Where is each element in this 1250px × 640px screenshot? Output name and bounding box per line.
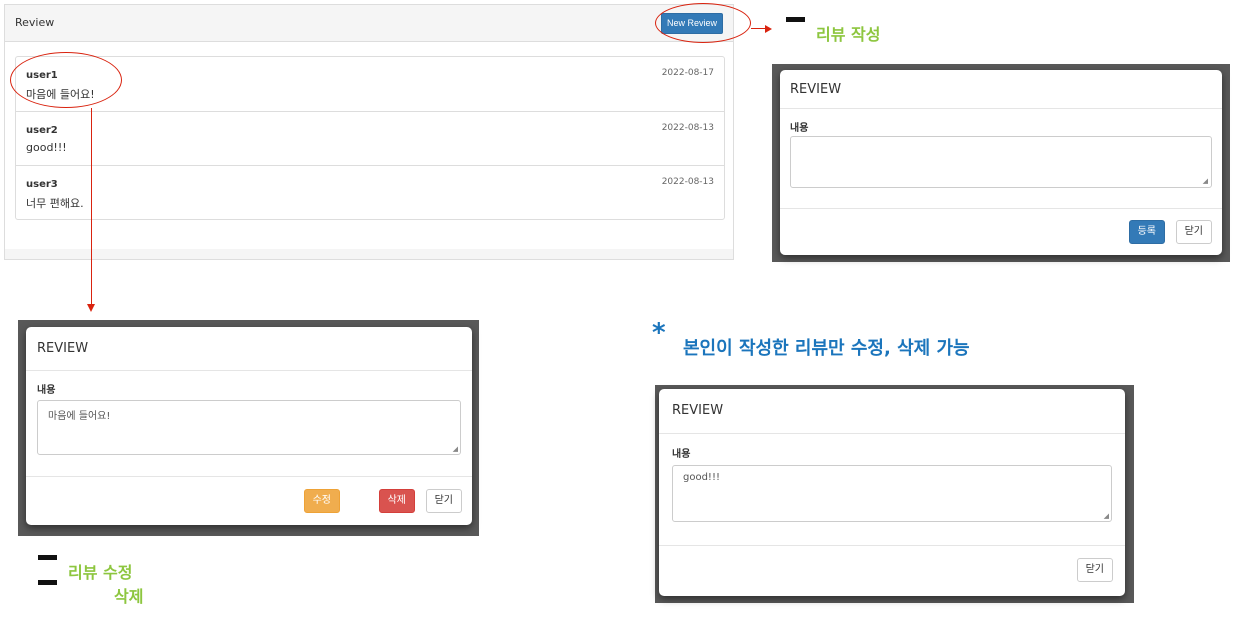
caption-write: 리뷰 작성 — [816, 25, 881, 44]
caption-edit-line1: 리뷰 수정 — [68, 563, 133, 582]
modal-footer: 닫기 — [659, 545, 1125, 596]
resize-handle-icon[interactable]: ◢ — [453, 446, 458, 453]
modal-header: REVIEW — [780, 70, 1222, 109]
review-date: 2022-08-13 — [661, 123, 714, 133]
annotation-circle-review-item — [10, 52, 122, 108]
annotation-arrow-line — [91, 108, 92, 304]
review-item[interactable]: user2 good!!! 2022-08-13 — [16, 111, 724, 165]
resize-handle-icon[interactable]: ◢ — [1203, 178, 1208, 185]
delete-button[interactable]: 삭제 — [378, 489, 415, 513]
review-panel: Review New Review user1 마음에 들어요! 2022-08… — [4, 4, 734, 260]
caption-edit-line2: 삭제 — [114, 587, 144, 606]
close-button[interactable]: 닫기 — [1076, 558, 1113, 582]
resize-handle-icon[interactable]: ◢ — [1104, 513, 1109, 520]
review-date: 2022-08-17 — [661, 68, 714, 78]
panel-title: Review — [15, 16, 55, 29]
review-user: user3 — [26, 179, 58, 190]
content-textarea[interactable] — [790, 136, 1212, 188]
review-item[interactable]: user3 너무 편해요. 2022-08-13 — [16, 165, 724, 219]
modal-footer: 등록 닫기 — [780, 208, 1222, 255]
review-text: 너무 편해요. — [26, 197, 84, 210]
edit-button[interactable]: 수정 — [303, 489, 340, 513]
review-user: user2 — [26, 125, 58, 136]
modal-title: REVIEW — [37, 341, 89, 356]
review-write-modal: REVIEW 내용 ◢ 등록 닫기 — [780, 70, 1222, 255]
submit-button[interactable]: 등록 — [1128, 220, 1165, 244]
close-button[interactable]: 닫기 — [1175, 220, 1212, 244]
modal-footer: 수정 삭제 닫기 — [26, 476, 472, 525]
content-textarea[interactable]: 마음에 들어요! — [37, 400, 461, 455]
close-button[interactable]: 닫기 — [425, 489, 462, 513]
caption-note: 본인이 작성한 리뷰만 수정, 삭제 가능 — [683, 338, 970, 359]
modal-title: REVIEW — [672, 403, 724, 418]
annotation-arrow-head — [87, 304, 95, 312]
caption-dash — [38, 555, 57, 560]
review-item[interactable]: user1 마음에 들어요! 2022-08-17 — [16, 57, 724, 111]
content-label: 내용 — [672, 449, 691, 460]
annotation-arrow-line — [751, 28, 765, 29]
asterisk-icon: * — [652, 318, 666, 348]
content-textarea[interactable]: good!!! — [672, 465, 1112, 522]
content-label: 내용 — [790, 123, 809, 134]
panel-heading: Review New Review — [5, 5, 733, 42]
caption-dash — [38, 580, 57, 585]
caption-dash — [786, 17, 805, 22]
review-edit-modal: REVIEW 내용 마음에 들어요! ◢ 수정 삭제 닫기 — [26, 327, 472, 525]
review-text: good!!! — [26, 141, 67, 154]
annotation-arrow-head — [765, 25, 772, 33]
modal-header: REVIEW — [659, 389, 1125, 434]
annotation-circle-new-review — [655, 3, 751, 43]
modal-header: REVIEW — [26, 327, 472, 371]
review-view-modal: REVIEW 내용 good!!! ◢ 닫기 — [659, 389, 1125, 596]
review-date: 2022-08-13 — [661, 177, 714, 187]
content-label: 내용 — [37, 385, 56, 396]
modal-title: REVIEW — [790, 82, 842, 97]
